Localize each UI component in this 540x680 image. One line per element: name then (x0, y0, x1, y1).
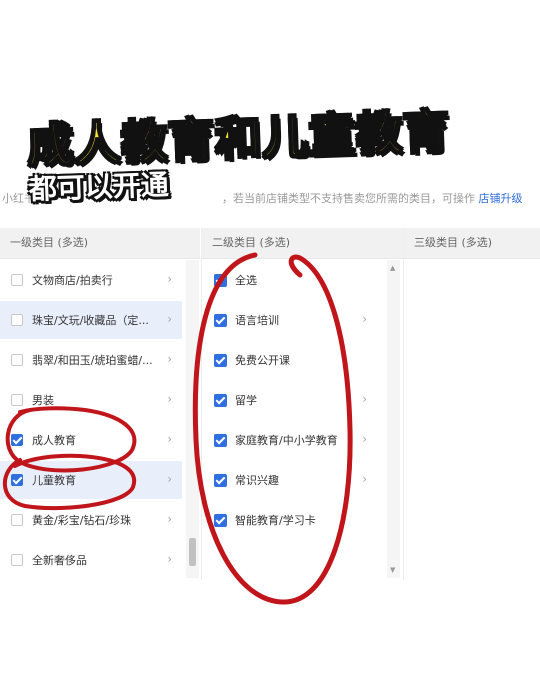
level2-item-label: 全选 (235, 274, 257, 287)
chevron-right-icon: › (167, 392, 172, 406)
level3-category-panel: 三级类目 (多选) (403, 228, 540, 580)
checkbox-checked-icon[interactable] (11, 434, 23, 446)
headline-title: 成人教育和儿童教育 (25, 103, 452, 174)
checkbox[interactable] (11, 274, 23, 286)
checkbox-checked-icon[interactable] (214, 513, 227, 527)
checkbox-checked-icon[interactable] (214, 353, 227, 367)
level1-item-label: 珠宝/文玩/收藏品（定... (32, 314, 149, 327)
checkbox-checked-icon[interactable] (214, 433, 227, 447)
chevron-right-icon: › (167, 352, 172, 366)
chevron-right-icon: › (167, 272, 172, 286)
chevron-right-icon: › (167, 512, 172, 526)
checkbox-checked-icon[interactable] (214, 473, 227, 487)
checkbox-checked-icon[interactable] (214, 393, 227, 407)
level2-item-family-education[interactable]: 家庭教育/中小学教育 › (202, 421, 377, 459)
chevron-right-icon: › (362, 432, 367, 446)
level1-item-menswear[interactable]: 男装 › (0, 381, 182, 419)
level1-item-label: 翡翠/和田玉/琥珀蜜蜡/... (32, 354, 153, 367)
chevron-right-icon: › (362, 312, 367, 326)
level1-item-label: 成人教育 (32, 434, 76, 447)
level1-category-panel: 一级类目 (多选) 文物商店/拍卖行 › 珠宝/文玩/收藏品（定... › 翡翠… (0, 228, 200, 580)
level2-item-language[interactable]: 语言培训 › (202, 301, 377, 339)
level2-item-label: 智能教育/学习卡 (235, 514, 316, 527)
checkbox[interactable] (11, 554, 23, 566)
level1-item-jewelry-collectibles[interactable]: 珠宝/文玩/收藏品（定... › (0, 301, 182, 339)
checkbox-checked-icon[interactable] (214, 313, 227, 327)
checkbox[interactable] (11, 514, 23, 526)
checkbox[interactable] (11, 314, 23, 326)
level1-item-relics[interactable]: 文物商店/拍卖行 › (0, 261, 182, 299)
chevron-right-icon: › (362, 392, 367, 406)
level2-column-header: 二级类目 (多选) (202, 228, 403, 259)
headline-subtitle: 都可以开通 (28, 168, 170, 206)
checkbox-checked-icon[interactable] (214, 273, 227, 287)
shop-upgrade-link[interactable]: 店铺升级 (479, 192, 523, 205)
level1-column-header: 一级类目 (多选) (0, 228, 200, 259)
scroll-up-icon[interactable]: ▲ (390, 264, 395, 272)
checkbox-checked-icon[interactable] (11, 474, 23, 486)
level2-item-label: 语言培训 (235, 314, 279, 327)
notice-message: ，若当前店铺类型不支持售卖您所需的类目，可操作 (222, 192, 475, 205)
level2-item-study-abroad[interactable]: 留学 › (202, 381, 377, 419)
chevron-right-icon: › (362, 472, 367, 486)
level1-scrollbar[interactable] (186, 260, 199, 578)
level1-item-adult-education[interactable]: 成人教育 › (0, 421, 182, 459)
checkbox[interactable] (11, 354, 23, 366)
level1-item-luxury[interactable]: 全新奢侈品 › (0, 541, 182, 579)
level1-item-label: 全新奢侈品 (32, 554, 87, 567)
notice-text: ，若当前店铺类型不支持售卖您所需的类目，可操作 店铺升级 (222, 190, 523, 206)
level2-item-interest[interactable]: 常识兴趣 › (202, 461, 377, 499)
headline-overlay: 成人教育和儿童教育 (0, 103, 540, 174)
checkbox[interactable] (11, 394, 23, 406)
level2-item-label: 留学 (235, 394, 257, 407)
level2-select-all[interactable]: 全选 (202, 261, 377, 299)
level1-item-label: 文物商店/拍卖行 (32, 274, 113, 287)
scroll-down-icon[interactable]: ▼ (390, 566, 395, 574)
level1-item-jade-amber[interactable]: 翡翠/和田玉/琥珀蜜蜡/... › (0, 341, 182, 379)
level1-item-label: 男装 (32, 394, 54, 407)
chevron-right-icon: › (167, 432, 172, 446)
chevron-right-icon: › (167, 312, 172, 326)
chevron-right-icon: › (167, 552, 172, 566)
level2-scrollbar[interactable]: ▲ ▼ (387, 260, 400, 578)
level2-item-label: 家庭教育/中小学教育 (235, 434, 338, 447)
level2-item-smart-education[interactable]: 智能教育/学习卡 (202, 501, 377, 539)
level3-column-header: 三级类目 (多选) (404, 228, 540, 259)
level2-item-label: 常识兴趣 (235, 474, 279, 487)
level1-item-gold-gems[interactable]: 黄金/彩宝/钻石/珍珠 › (0, 501, 182, 539)
level2-item-free-course[interactable]: 免费公开课 (202, 341, 377, 379)
level1-item-child-education[interactable]: 儿童教育 › (0, 461, 182, 499)
chevron-right-icon: › (167, 472, 172, 486)
level1-item-label: 黄金/彩宝/钻石/珍珠 (32, 514, 132, 527)
level1-item-label: 儿童教育 (32, 474, 76, 487)
level2-item-label: 免费公开课 (235, 354, 290, 367)
level2-category-panel: 二级类目 (多选) 全选 语言培训 › 免费公开课 留学 › 家庭教育/中小学教… (201, 228, 403, 580)
scrollbar-thumb[interactable] (189, 538, 196, 566)
